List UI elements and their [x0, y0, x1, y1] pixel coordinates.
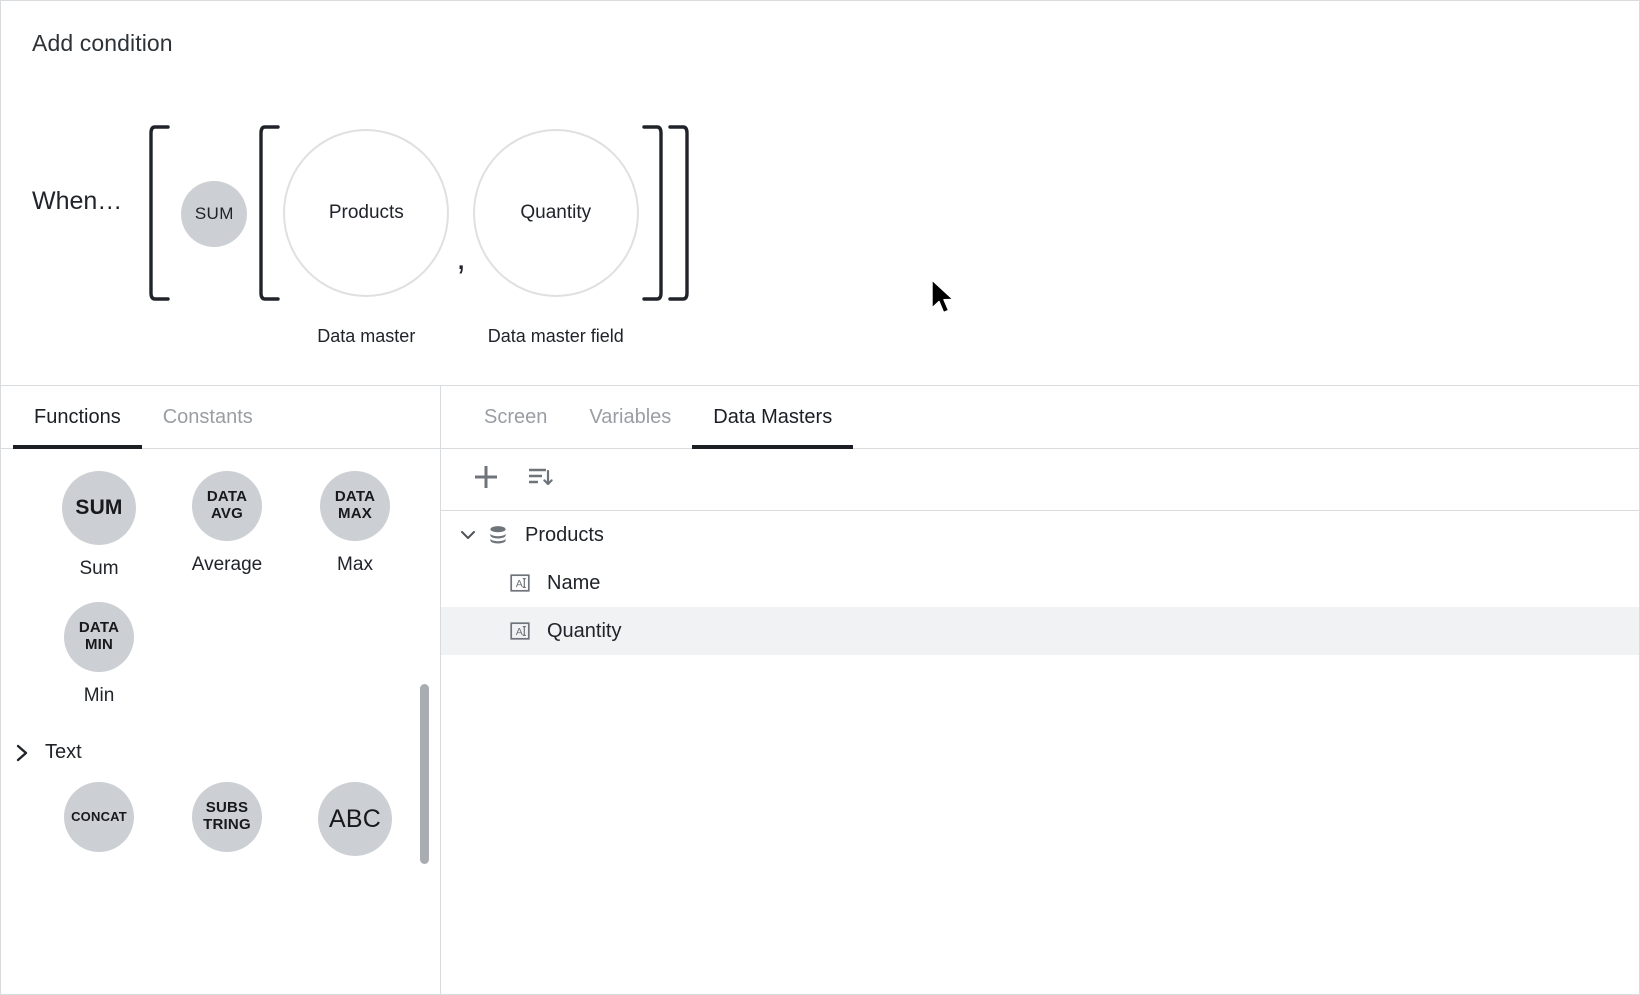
functions-scrollbar-thumb[interactable] [420, 684, 429, 864]
outer-bracket-close [666, 124, 692, 302]
function-item-max[interactable]: DATA MAX Max [291, 471, 419, 580]
formula-expression: When… SUM Products Data master , Quantit… [32, 111, 692, 347]
data-master-field-slot-value[interactable]: Quantity [472, 129, 639, 297]
tree-row-quantity[interactable]: A Quantity [441, 607, 1639, 655]
function-glyph-abc: ABC [318, 782, 392, 856]
tree-label-name: Name [547, 571, 601, 594]
function-group-text-label: Text [45, 741, 82, 763]
tab-variables[interactable]: Variables [568, 386, 692, 448]
function-item-min[interactable]: DATA MIN Min [35, 602, 163, 707]
page-title: Add condition [32, 30, 173, 56]
function-label-min: Min [83, 685, 115, 706]
function-item-sum[interactable]: SUM Sum [35, 471, 163, 580]
sort-descending-icon [526, 463, 554, 496]
function-glyph-average: DATA AVG [192, 471, 262, 541]
argument-slot-data-master-field: Quantity Data master field [472, 111, 640, 347]
inner-bracket-open [256, 124, 282, 302]
functions-group-numeric: SUM Sum DATA AVG Average DATA MAX Max DA… [1, 449, 421, 729]
argument-separator: , [456, 239, 466, 277]
function-glyph-substring: SUBS TRING [192, 782, 262, 852]
functions-tabbar: Functions Constants [1, 386, 440, 449]
function-item-average[interactable]: DATA AVG Average [163, 471, 291, 580]
plus-icon [472, 463, 500, 496]
tab-screen[interactable]: Screen [463, 386, 568, 448]
add-condition-dialog: Add condition When… SUM Products Data ma… [0, 0, 1640, 995]
text-field-icon: A [503, 619, 537, 643]
function-glyph-sum: SUM [62, 471, 136, 545]
outer-bracket-open [146, 124, 172, 302]
function-label-average: Average [191, 554, 263, 575]
svg-text:A: A [516, 626, 523, 638]
svg-text:A: A [516, 578, 523, 590]
functions-panel: Functions Constants SUM Sum DATA AVG Ave… [1, 386, 441, 994]
sort-button[interactable] [523, 463, 557, 497]
when-label: When… [32, 187, 123, 215]
text-field-icon: A [503, 571, 537, 595]
inner-bracket-close [640, 124, 666, 302]
argument-slots: Products Data master , Quantity Data mas… [282, 111, 639, 347]
tree-row-products[interactable]: Products [441, 511, 1639, 559]
condition-builder-pane: Add condition When… SUM Products Data ma… [1, 1, 1639, 386]
function-item-abc[interactable]: ABC [291, 782, 419, 856]
function-glyph-min: DATA MIN [64, 602, 134, 672]
function-group-text-header[interactable]: Text [1, 729, 440, 764]
data-master-slot-value[interactable]: Products [283, 129, 450, 297]
add-data-master-button[interactable] [469, 463, 503, 497]
function-label-sum: Sum [79, 558, 119, 579]
argument-slot-data-master: Products Data master [282, 111, 450, 347]
functions-group-text: CONCAT SUBS TRING ABC [1, 764, 421, 878]
data-masters-panel: Screen Variables Data Masters Products A… [441, 386, 1639, 994]
tree-row-name[interactable]: A Name [441, 559, 1639, 607]
bottom-split: Functions Constants SUM Sum DATA AVG Ave… [1, 386, 1639, 994]
tab-constants[interactable]: Constants [142, 386, 274, 448]
data-masters-tree: Products A Name A Quantity [441, 511, 1639, 655]
tree-label-products: Products [525, 523, 604, 546]
mouse-cursor [930, 279, 956, 322]
chevron-right-icon [15, 742, 31, 764]
function-glyph-max: DATA MAX [320, 471, 390, 541]
data-master-field-slot-caption: Data master field [487, 326, 624, 346]
function-item-substring[interactable]: SUBS TRING [163, 782, 291, 856]
tab-data-masters[interactable]: Data Masters [692, 386, 854, 449]
tree-label-quantity: Quantity [547, 619, 622, 642]
tab-functions[interactable]: Functions [13, 386, 142, 449]
data-master-slot-caption: Data master [317, 326, 416, 346]
chevron-down-icon[interactable] [455, 525, 481, 545]
function-token-sum[interactable]: SUM [181, 181, 248, 247]
function-label-max: Max [337, 554, 373, 575]
right-tabbar: Screen Variables Data Masters [441, 386, 1639, 449]
function-item-concat[interactable]: CONCAT [35, 782, 163, 856]
database-icon [481, 523, 515, 547]
function-glyph-concat: CONCAT [64, 782, 134, 852]
data-masters-toolbar [441, 449, 1639, 511]
functions-scroll-area: SUM Sum DATA AVG Average DATA MAX Max DA… [1, 449, 440, 994]
